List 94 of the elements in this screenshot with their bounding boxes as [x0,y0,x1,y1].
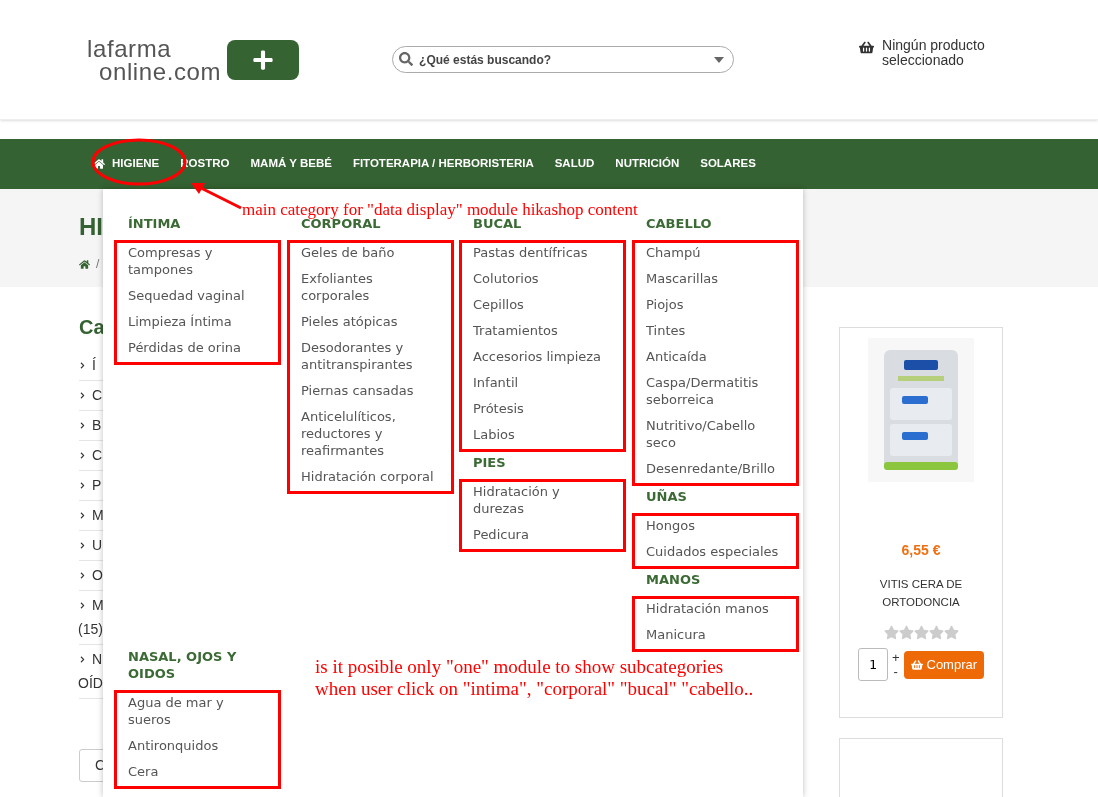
chevron-icon [79,452,86,459]
nav-link[interactable]: HIGIENE [112,155,160,173]
category-link[interactable]: U [92,537,103,554]
subcategory-link[interactable]: Desodorantes y antitranspirantes [301,339,441,373]
subcategory-link[interactable]: Hidratación y durezas [473,483,613,517]
product-price: 6,55 € [901,541,941,560]
subcategory-link[interactable]: Pérdidas de orina [128,339,268,356]
category-link[interactable]: C [92,387,103,404]
subcategory-link[interactable]: Colutorios [473,270,613,287]
quantity-field[interactable]: 1 [857,648,888,681]
logo[interactable]: lafarma online.com [87,36,300,83]
breadcrumb-separator: / [96,256,100,273]
subcategory-link[interactable]: Tintes [646,322,786,339]
subcategory-link[interactable]: Mascarillas [646,270,786,287]
subcategory-link[interactable]: Piernas cansadas [301,382,441,399]
category-link[interactable]: Í [92,357,96,374]
subcategory-link[interactable]: Manicura [646,626,786,643]
subcategory-link[interactable]: Antironquidos [128,737,268,754]
category-heading[interactable]: CABELLO [646,215,796,232]
chevron-icon [79,542,86,549]
star-icon [898,625,914,640]
category-link[interactable]: M [92,507,104,524]
subcategory-link[interactable]: Compresas y tampones [128,244,268,278]
nav-link[interactable]: NUTRICIÓN [615,155,680,173]
star-icon [883,625,899,640]
category-link[interactable]: O [92,567,103,584]
annotation-arrow [189,180,243,210]
annotation-text: is it posible only "one" module to show subcategories when user click on "intima", "corporal" "bucal" "cabello.. [315,656,755,700]
home-icon[interactable] [79,258,90,270]
nav-link[interactable]: FITOTERAPIA / HERBORISTERIA [352,155,534,173]
subcategory-link[interactable]: Prótesis [473,400,613,417]
chevron-icon [79,422,86,429]
nav-link[interactable]: MAMÁ Y BEBÉ [250,155,332,173]
chevron-icon [79,482,86,489]
nav-link[interactable]: SOLARES [700,155,756,173]
category-heading[interactable]: PIES [473,454,623,471]
subcategory-link[interactable]: Nutritivo/Cabello seco [646,417,786,451]
subcategory-link[interactable]: Exfoliantes corporales [301,270,441,304]
category-link[interactable]: C [92,447,103,464]
category-link[interactable]: P [92,477,102,494]
chevron-icon [79,512,86,519]
search-icon [399,52,414,66]
plus-icon [227,39,300,80]
product-name[interactable]: VITIS CERA DE ORTODONCIA [866,575,976,611]
subcategory-link[interactable]: Hongos [646,517,786,534]
chevron-icon [79,392,86,399]
home-icon[interactable] [93,158,105,170]
caret-icon [714,57,725,63]
subcategory-link[interactable]: Cera [128,763,268,780]
nav-link[interactable]: SALUD [554,155,595,173]
sidebar-title: Ca [79,315,105,339]
subcategory-link[interactable]: Infantil [473,374,613,391]
category-heading[interactable]: UÑAS [646,488,796,505]
subcategory-link[interactable]: Labios [473,426,613,443]
subcategory-link[interactable]: Tratamientos [473,322,613,339]
subcategory-link[interactable]: Cepillos [473,296,613,313]
search-field[interactable]: ¿Qué estás buscando? [392,46,735,73]
cart-status[interactable]: Ningún producto seleccionado [882,37,1003,68]
subcategory-link[interactable]: Hidratación manos [646,600,786,617]
subcategory-link[interactable]: Pastas dentífricas [473,244,613,261]
logo-text: online.com [99,59,222,83]
basket-icon[interactable] [859,39,875,55]
page-title: HI [79,212,103,242]
subcategory-link[interactable]: Desenredante/Brillo [646,460,786,477]
subcategory-link[interactable]: Pieles atópicas [301,313,441,330]
category-link[interactable]: M [92,597,104,614]
subcategory-link[interactable]: Pedicura [473,526,613,543]
chevron-icon [79,362,86,369]
increment-button[interactable]: + [891,650,900,665]
decrement-button[interactable]: - [891,664,900,679]
subcategory-link[interactable]: Agua de mar y sueros [128,694,268,728]
chevron-icon [79,572,86,579]
star-icon [913,625,929,640]
subcategory-link[interactable]: Caspa/Dermatitis seborreica [646,374,786,408]
category-heading[interactable]: NASAL, OJOS Y OIDOS [128,648,278,682]
star-icon [943,625,959,640]
chevron-icon [79,602,86,609]
subcategory-link[interactable]: Geles de baño [301,244,441,261]
subcategory-link[interactable]: Anticaída [646,348,786,365]
star-icon [928,625,944,640]
subcategory-link[interactable]: Champú [646,244,786,261]
category-link[interactable]: N [92,651,103,668]
subcategory-link[interactable]: Piojos [646,296,786,313]
subcategory-link[interactable]: Sequedad vaginal [128,287,268,304]
subcategory-link[interactable]: Accesorios limpieza [473,348,613,365]
basket-icon [910,658,923,671]
chevron-icon [79,656,86,663]
subcategory-link[interactable]: Limpieza Íntima [128,313,268,330]
logo-text: lafarma [87,36,173,60]
subcategory-link[interactable]: Anticelulíticos, reductores y reafirmantes [301,408,441,459]
subcategory-link[interactable]: Cuidados especiales [646,543,786,560]
category-heading[interactable]: MANOS [646,571,796,588]
category-link[interactable]: B [92,417,102,434]
subcategory-link[interactable]: Hidratación corporal [301,468,441,485]
